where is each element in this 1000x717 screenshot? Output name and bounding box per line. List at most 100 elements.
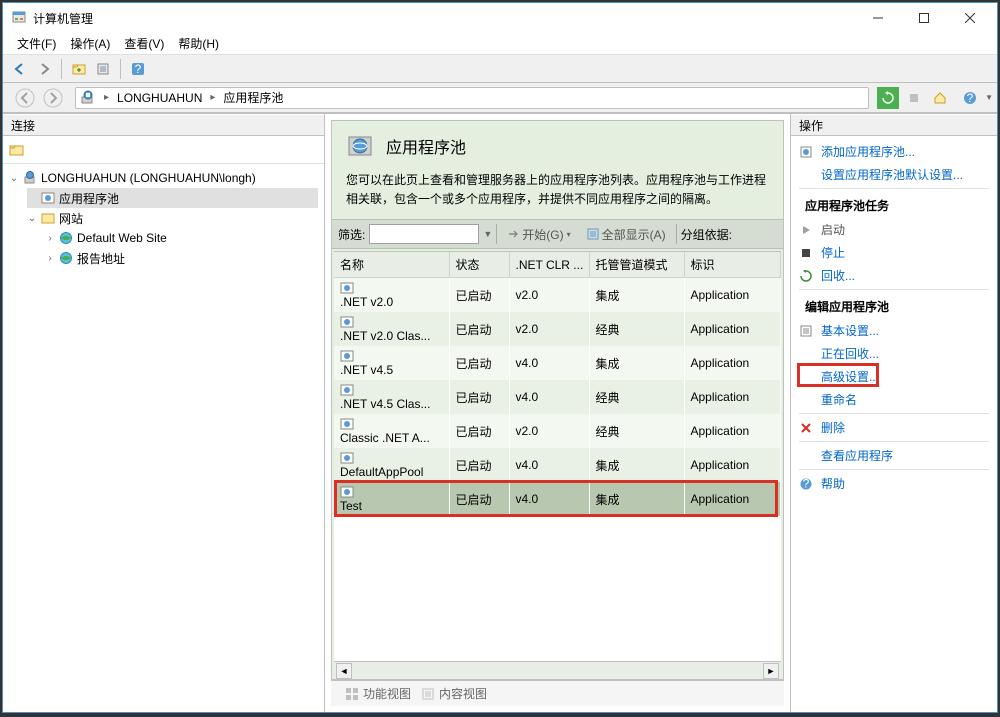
menu-file[interactable]: 文件(F)	[11, 33, 62, 54]
cell-identity: Application	[684, 448, 781, 482]
help-button[interactable]: ?	[127, 58, 149, 80]
table-row[interactable]: .NET v2.0 Clas...已启动v2.0经典Application	[334, 312, 781, 346]
cell-clr: v4.0	[509, 482, 589, 516]
back-button[interactable]	[9, 58, 31, 80]
cell-identity: Application	[684, 380, 781, 414]
table-row[interactable]: Classic .NET A...已启动v2.0经典Application	[334, 414, 781, 448]
page-description: 您可以在此页上查看和管理服务器上的应用程序池列表。应用程序池与工作进程相关联，包…	[332, 167, 783, 219]
col-name[interactable]: 名称	[334, 252, 449, 278]
cell-status: 已启动	[449, 278, 509, 313]
home-button[interactable]	[929, 87, 951, 109]
cell-clr: v2.0	[509, 414, 589, 448]
folder-icon[interactable]	[9, 142, 25, 158]
collapse-icon[interactable]: ⌄	[27, 213, 37, 224]
tree-server-node[interactable]: ⌄ LONGHUAHUN (LONGHUAHUN\longh)	[9, 168, 318, 188]
action-set-defaults[interactable]: 设置应用程序池默认设置...	[791, 163, 997, 186]
table-row[interactable]: DefaultAppPool已启动v4.0集成Application	[334, 448, 781, 482]
go-button[interactable]: 开始(G) ▾	[501, 223, 576, 246]
tab-content[interactable]: 内容视图	[421, 685, 487, 702]
table-row[interactable]: .NET v4.5已启动v4.0集成Application	[334, 346, 781, 380]
breadcrumb-path[interactable]: ▸ LONGHUAHUN ▸ 应用程序池	[75, 87, 869, 109]
action-help[interactable]: ? 帮助	[791, 472, 997, 495]
address-bar: ▸ LONGHUAHUN ▸ 应用程序池 ? ▼	[3, 83, 997, 113]
action-rename[interactable]: 重命名	[791, 388, 997, 411]
delete-icon	[799, 421, 813, 435]
menu-action[interactable]: 操作(A)	[64, 33, 116, 54]
breadcrumb-apppools[interactable]: 应用程序池	[223, 89, 283, 106]
view-tabs: 功能视图 内容视图	[331, 680, 784, 706]
show-all-button[interactable]: 全部显示(A)	[581, 223, 672, 246]
action-advanced-settings[interactable]: 高级设置...	[791, 365, 997, 388]
nav-forward-icon[interactable]	[43, 88, 63, 108]
apppool-large-icon	[346, 131, 376, 161]
action-recycle[interactable]: 回收...	[791, 264, 997, 287]
action-delete[interactable]: 删除	[791, 416, 997, 439]
action-recycling[interactable]: 正在回收...	[791, 342, 997, 365]
action-start[interactable]: 启动	[791, 218, 997, 241]
filter-toolbar: 筛选: ▼ 开始(G) ▾ 全部显示(A) 分组依据:	[332, 219, 783, 249]
cell-identity: Application	[684, 278, 781, 313]
menu-help[interactable]: 帮助(H)	[172, 33, 225, 54]
play-icon	[799, 223, 813, 237]
stop-button-toolbar[interactable]	[903, 87, 925, 109]
close-button[interactable]	[947, 4, 993, 32]
forward-button[interactable]	[33, 58, 55, 80]
action-view-apps[interactable]: 查看应用程序	[791, 444, 997, 467]
cell-identity: Application	[684, 312, 781, 346]
expand-icon[interactable]: ›	[45, 233, 55, 244]
sites-icon	[41, 211, 55, 225]
minimize-button[interactable]	[855, 4, 901, 32]
tree-apppools-node[interactable]: 应用程序池	[27, 188, 318, 208]
connections-header: 连接	[3, 114, 324, 136]
table-row[interactable]: .NET v4.5 Clas...已启动v4.0经典Application	[334, 380, 781, 414]
refresh-button[interactable]	[877, 87, 899, 109]
table-row[interactable]: .NET v2.0已启动v2.0集成Application	[334, 278, 781, 313]
menu-view[interactable]: 查看(V)	[118, 33, 170, 54]
action-basic-settings[interactable]: 基本设置...	[791, 319, 997, 342]
cell-name: Classic .NET A...	[334, 414, 449, 448]
col-status[interactable]: 状态	[449, 252, 509, 278]
filter-label: 筛选:	[338, 226, 365, 243]
section-tasks: 应用程序池任务	[791, 191, 997, 218]
actions-panel: 添加应用程序池... 设置应用程序池默认设置... 应用程序池任务 启动 停止	[791, 136, 997, 499]
scroll-left-icon[interactable]: ◄	[336, 663, 352, 679]
table-row[interactable]: Test已启动v4.0集成Application	[334, 482, 781, 516]
col-pipeline[interactable]: 托管管道模式	[589, 252, 684, 278]
connections-toolbar	[3, 136, 324, 164]
horizontal-scrollbar[interactable]: ◄ ►	[334, 661, 781, 679]
cell-pipeline: 集成	[589, 448, 684, 482]
cell-name: .NET v2.0	[334, 278, 449, 313]
cell-pipeline: 集成	[589, 482, 684, 516]
chevron-right-icon: ▸	[210, 92, 215, 103]
action-stop[interactable]: 停止	[791, 241, 997, 264]
scroll-right-icon[interactable]: ►	[763, 663, 779, 679]
maximize-button[interactable]	[901, 4, 947, 32]
cell-pipeline: 经典	[589, 414, 684, 448]
cell-pipeline: 经典	[589, 312, 684, 346]
breadcrumb-server[interactable]: LONGHUAHUN	[117, 91, 202, 105]
action-add-pool[interactable]: 添加应用程序池...	[791, 140, 997, 163]
expand-icon[interactable]: ›	[45, 253, 55, 264]
nav-back-icon[interactable]	[15, 88, 35, 108]
tree-sites-node[interactable]: ⌄ 网站	[27, 208, 318, 228]
up-button[interactable]	[68, 58, 90, 80]
tree-site-report[interactable]: › 报告地址	[45, 248, 318, 268]
filter-input[interactable]	[369, 224, 479, 244]
cell-status: 已启动	[449, 346, 509, 380]
cell-name: .NET v4.5 Clas...	[334, 380, 449, 414]
collapse-icon[interactable]: ⌄	[9, 173, 19, 184]
properties-button[interactable]	[92, 58, 114, 80]
col-identity[interactable]: 标识	[684, 252, 781, 278]
cell-status: 已启动	[449, 482, 509, 516]
connections-tree: ⌄ LONGHUAHUN (LONGHUAHUN\longh) 应用程序池 ⌄ …	[3, 164, 324, 272]
tab-features[interactable]: 功能视图	[345, 685, 411, 702]
help-toolbar-button[interactable]: ?	[959, 87, 981, 109]
dropdown-icon[interactable]: ▼	[985, 93, 993, 102]
dropdown-icon[interactable]: ▼	[483, 229, 492, 239]
cell-clr: v2.0	[509, 312, 589, 346]
col-clr[interactable]: .NET CLR ...	[509, 252, 589, 278]
settings-icon	[799, 324, 813, 338]
server-icon	[23, 171, 37, 185]
svg-text:?: ?	[803, 478, 810, 490]
tree-site-default[interactable]: › Default Web Site	[45, 228, 318, 248]
